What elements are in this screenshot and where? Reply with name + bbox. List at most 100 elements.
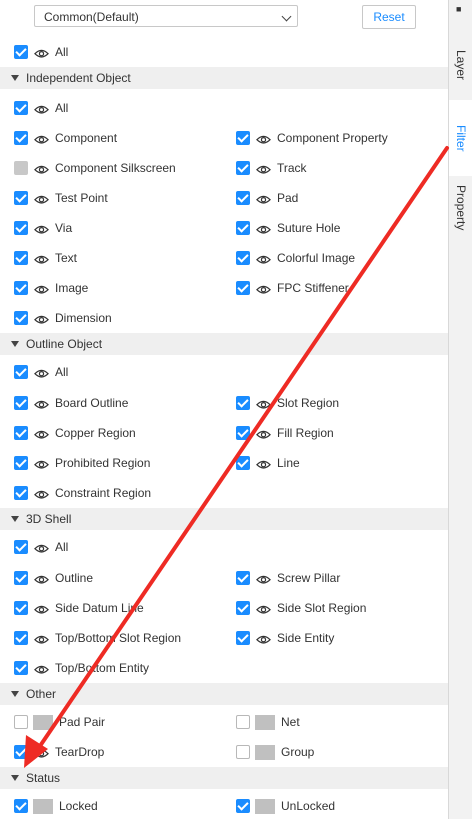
filter-option-all[interactable]: All	[14, 537, 68, 557]
eye-icon[interactable]	[34, 133, 49, 144]
filter-option-all[interactable]: All	[14, 362, 68, 382]
checkbox[interactable]	[236, 131, 250, 145]
checkbox[interactable]	[14, 281, 28, 295]
filter-option-all[interactable]: All	[14, 98, 68, 118]
eye-icon[interactable]	[256, 398, 271, 409]
checkbox[interactable]	[236, 161, 250, 175]
checkbox[interactable]	[14, 221, 28, 235]
checkbox[interactable]	[236, 799, 250, 813]
tab-layer[interactable]: Layer	[449, 30, 472, 100]
eye-icon[interactable]	[256, 133, 271, 144]
eye-icon[interactable]	[34, 313, 49, 324]
eye-icon[interactable]	[34, 747, 49, 758]
filter-option-prohibited-region[interactable]: Prohibited Region	[14, 453, 150, 473]
checkbox[interactable]	[14, 396, 28, 410]
checkbox[interactable]	[236, 426, 250, 440]
section-3d-shell[interactable]: 3D Shell	[0, 508, 448, 530]
eye-icon[interactable]	[34, 603, 49, 614]
checkbox[interactable]	[14, 540, 28, 554]
filter-option-line[interactable]: Line	[236, 453, 300, 473]
checkbox[interactable]	[236, 571, 250, 585]
filter-option-track[interactable]: Track	[236, 158, 307, 178]
checkbox[interactable]	[14, 486, 28, 500]
tab-property[interactable]: Property	[449, 176, 472, 240]
filter-option-slot-region[interactable]: Slot Region	[236, 393, 339, 413]
eye-icon[interactable]	[34, 163, 49, 174]
eye-icon[interactable]	[34, 47, 49, 58]
filter-option-pad-pair[interactable]: Pad Pair	[14, 712, 105, 732]
eye-icon[interactable]	[256, 633, 271, 644]
checkbox[interactable]	[14, 799, 28, 813]
filter-option-pad[interactable]: Pad	[236, 188, 298, 208]
eye-icon[interactable]	[34, 428, 49, 439]
section-outline-object[interactable]: Outline Object	[0, 333, 448, 355]
filter-option-locked[interactable]: Locked	[14, 796, 98, 816]
eye-icon[interactable]	[34, 253, 49, 264]
checkbox[interactable]	[14, 161, 28, 175]
eye-icon[interactable]	[34, 283, 49, 294]
checkbox[interactable]	[236, 396, 250, 410]
pin-icon[interactable]: ■	[456, 4, 461, 14]
section-independent-object[interactable]: Independent Object	[0, 67, 448, 89]
eye-icon[interactable]	[256, 193, 271, 204]
filter-option-text[interactable]: Text	[14, 248, 77, 268]
filter-option-side-slot-region[interactable]: Side Slot Region	[236, 598, 366, 618]
filter-option-constraint-region[interactable]: Constraint Region	[14, 483, 151, 503]
filter-option-screw-pillar[interactable]: Screw Pillar	[236, 568, 340, 588]
tab-filter[interactable]: Filter	[449, 100, 472, 176]
filter-option-group[interactable]: Group	[236, 742, 314, 762]
checkbox[interactable]	[236, 601, 250, 615]
eye-icon[interactable]	[34, 398, 49, 409]
checkbox[interactable]	[236, 745, 250, 759]
filter-option-colorful-image[interactable]: Colorful Image	[236, 248, 355, 268]
filter-option-copper-region[interactable]: Copper Region	[14, 423, 136, 443]
filter-option-fill-region[interactable]: Fill Region	[236, 423, 334, 443]
eye-icon[interactable]	[256, 223, 271, 234]
filter-option-via[interactable]: Via	[14, 218, 72, 238]
checkbox[interactable]	[14, 191, 28, 205]
reset-button[interactable]: Reset	[362, 5, 416, 29]
filter-option-top-bottom-slot-region[interactable]: Top/Bottom Slot Region	[14, 628, 181, 648]
checkbox[interactable]	[236, 631, 250, 645]
checkbox[interactable]	[236, 191, 250, 205]
filter-option-outline[interactable]: Outline	[14, 568, 93, 588]
filter-option-component-silkscreen[interactable]: Component Silkscreen	[14, 158, 176, 178]
checkbox[interactable]	[14, 456, 28, 470]
eye-icon[interactable]	[34, 663, 49, 674]
filter-option-side-datum-line[interactable]: Side Datum Line	[14, 598, 144, 618]
eye-icon[interactable]	[256, 428, 271, 439]
filter-option-all[interactable]: All	[14, 42, 68, 62]
checkbox[interactable]	[14, 601, 28, 615]
eye-icon[interactable]	[34, 573, 49, 584]
eye-icon[interactable]	[256, 253, 271, 264]
checkbox[interactable]	[14, 631, 28, 645]
filter-preset-select[interactable]: Common(Default)	[34, 5, 298, 27]
checkbox[interactable]	[14, 251, 28, 265]
eye-icon[interactable]	[256, 283, 271, 294]
checkbox[interactable]	[14, 426, 28, 440]
filter-option-test-point[interactable]: Test Point	[14, 188, 108, 208]
checkbox[interactable]	[236, 251, 250, 265]
section-status[interactable]: Status	[0, 767, 448, 789]
checkbox[interactable]	[236, 456, 250, 470]
checkbox[interactable]	[14, 131, 28, 145]
eye-icon[interactable]	[34, 223, 49, 234]
eye-icon[interactable]	[256, 458, 271, 469]
filter-option-top-bottom-entity[interactable]: Top/Bottom Entity	[14, 658, 149, 678]
eye-icon[interactable]	[256, 163, 271, 174]
checkbox[interactable]	[14, 715, 28, 729]
checkbox[interactable]	[236, 281, 250, 295]
filter-option-side-entity[interactable]: Side Entity	[236, 628, 334, 648]
eye-icon[interactable]	[34, 103, 49, 114]
filter-option-component-property[interactable]: Component Property	[236, 128, 388, 148]
eye-icon[interactable]	[34, 367, 49, 378]
checkbox[interactable]	[14, 311, 28, 325]
section-other[interactable]: Other	[0, 683, 448, 705]
checkbox[interactable]	[236, 715, 250, 729]
filter-option-net[interactable]: Net	[236, 712, 300, 732]
filter-option-fpc-stiffener[interactable]: FPC Stiffener	[236, 278, 349, 298]
checkbox[interactable]	[14, 571, 28, 585]
filter-option-component[interactable]: Component	[14, 128, 117, 148]
eye-icon[interactable]	[34, 488, 49, 499]
eye-icon[interactable]	[256, 603, 271, 614]
